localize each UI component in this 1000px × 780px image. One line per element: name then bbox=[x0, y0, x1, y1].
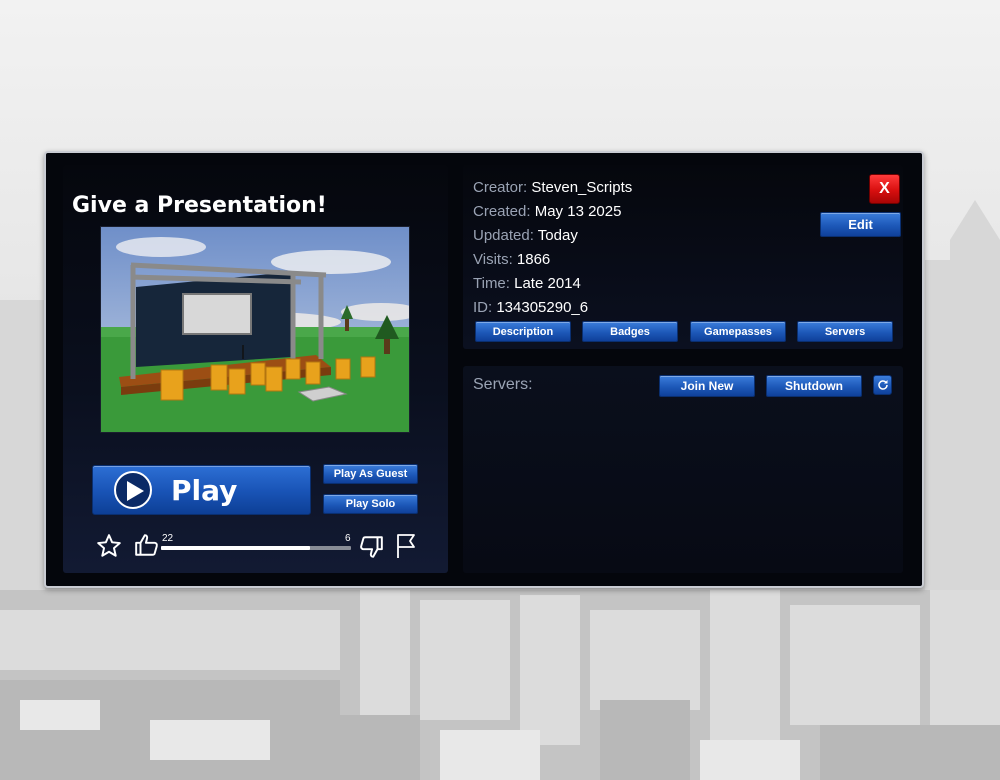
game-details-panel: Give a Presentation! Play Play As Guest … bbox=[44, 151, 924, 588]
tab-badges[interactable]: Badges bbox=[582, 321, 678, 342]
info-row-id: ID: 134305290_6 bbox=[473, 299, 589, 316]
tab-gamepasses[interactable]: Gamepasses bbox=[690, 321, 786, 342]
rating-bar: 22 6 bbox=[94, 529, 424, 563]
join-new-button[interactable]: Join New bbox=[659, 375, 755, 397]
play-solo-button[interactable]: Play Solo bbox=[323, 494, 418, 514]
tab-description[interactable]: Description bbox=[475, 321, 571, 342]
dislike-count: 6 bbox=[345, 533, 351, 544]
refresh-icon bbox=[877, 380, 888, 390]
shutdown-button[interactable]: Shutdown bbox=[766, 375, 862, 397]
info-row-created: Created: May 13 2025 bbox=[473, 203, 622, 220]
vote-ratio-bar bbox=[161, 546, 351, 550]
star-icon[interactable] bbox=[96, 533, 122, 559]
thumbs-up-icon[interactable] bbox=[134, 532, 160, 558]
info-row-visits: Visits: 1866 bbox=[473, 251, 551, 268]
info-row-updated: Updated: Today bbox=[473, 227, 578, 244]
close-button[interactable]: X bbox=[869, 174, 900, 204]
servers-card: Servers: Join New Shutdown bbox=[463, 366, 903, 573]
info-row-creator: Creator: Steven_Scripts bbox=[473, 179, 633, 196]
game-title: Give a Presentation! bbox=[72, 193, 327, 218]
vote-ratio-fill bbox=[161, 546, 311, 550]
game-thumbnail bbox=[100, 226, 410, 433]
play-as-guest-button[interactable]: Play As Guest bbox=[323, 464, 418, 484]
info-row-time: Time: Late 2014 bbox=[473, 275, 581, 292]
thumbs-down-icon[interactable] bbox=[358, 534, 384, 560]
edit-button[interactable]: Edit bbox=[820, 212, 901, 237]
play-icon bbox=[114, 471, 152, 509]
like-count: 22 bbox=[162, 533, 174, 544]
play-button[interactable]: Play bbox=[92, 465, 311, 515]
flag-icon[interactable] bbox=[394, 533, 418, 559]
game-info-card: Creator: Steven_Scripts Created: May 13 … bbox=[463, 165, 903, 349]
servers-label: Servers: bbox=[473, 376, 533, 393]
info-list: Creator: Steven_Scripts Created: May 13 … bbox=[473, 176, 632, 320]
game-overview-card: Give a Presentation! Play Play As Guest … bbox=[63, 165, 448, 573]
refresh-button[interactable] bbox=[873, 375, 892, 395]
tab-servers[interactable]: Servers bbox=[797, 321, 893, 342]
play-button-label: Play bbox=[171, 473, 238, 507]
